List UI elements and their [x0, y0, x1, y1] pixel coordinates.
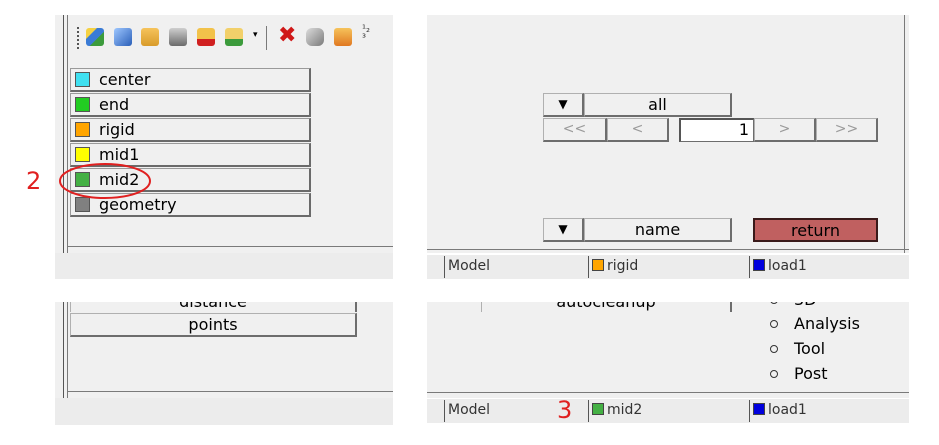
radio-label: Tool: [794, 339, 826, 358]
radio-label: Post: [794, 364, 828, 383]
collector-color-swatch: [75, 147, 90, 162]
stack-icon[interactable]: [306, 28, 324, 46]
lower-left-status-strip: [55, 398, 393, 425]
delete-icon[interactable]: ✖: [278, 23, 296, 48]
status-collector-label: rigid: [607, 258, 639, 274]
collector-color-swatch: [75, 97, 90, 112]
annotation-number: 2: [26, 167, 42, 195]
dropdown-arrow-icon[interactable]: ▾: [253, 30, 258, 40]
points-button[interactable]: points: [70, 313, 357, 337]
collector-label: center: [99, 70, 151, 89]
status-collector[interactable]: rigid: [588, 256, 748, 278]
distance-button[interactable]: distance: [70, 302, 357, 312]
selector-bottom-border: [427, 249, 909, 250]
page-number-field[interactable]: 1: [679, 118, 754, 142]
radio-3d-clip: 3D: [770, 302, 830, 310]
collector-item-1[interactable]: end: [70, 93, 311, 117]
collector-color-swatch: [75, 122, 90, 137]
sort-dropdown-button[interactable]: ▼: [543, 218, 584, 242]
top-left-status-strip: [55, 253, 393, 279]
radio-dot: [770, 302, 778, 304]
status-load[interactable]: load1: [749, 256, 909, 278]
toolbar-grip: [77, 27, 81, 49]
distance-button-clip: distance: [70, 302, 357, 312]
radio-3d[interactable]: 3D: [770, 302, 817, 309]
status-load-label: load1: [768, 402, 807, 418]
collector-color-swatch: [592, 259, 604, 271]
collector-color-swatch: [592, 403, 604, 415]
radio-3d-label: 3D: [794, 302, 817, 309]
lower-left-divider: [67, 391, 393, 392]
lower-left-border: [63, 302, 64, 398]
load-color-swatch: [753, 259, 765, 271]
radio-option-1[interactable]: Tool: [770, 339, 825, 358]
return-button[interactable]: return: [753, 218, 878, 242]
annotation-number: 3: [557, 396, 573, 424]
folder-tools-icon[interactable]: [169, 28, 187, 46]
toolbar-separator: [266, 26, 267, 50]
panel-bottom-divider: [67, 246, 393, 247]
entity-dropdown-button[interactable]: ▼: [543, 93, 584, 117]
collector-color-swatch: [75, 72, 90, 87]
radio-label: Analysis: [794, 314, 860, 333]
load-color-swatch: [753, 403, 765, 415]
folder-arrow-icon[interactable]: [334, 28, 352, 46]
radio-option-0[interactable]: Analysis: [770, 314, 860, 333]
collector-item-0[interactable]: center: [70, 68, 311, 92]
radio-dot: [770, 320, 778, 328]
collector-item-2[interactable]: rigid: [70, 118, 311, 142]
status-collector-label: mid2: [607, 402, 643, 418]
panel-left-border: [63, 15, 64, 253]
all-button[interactable]: all: [584, 93, 732, 117]
sort-by-name-button[interactable]: name: [584, 218, 732, 242]
layers-add-icon[interactable]: [86, 28, 104, 46]
bookmark-menu-icon[interactable]: [225, 28, 243, 46]
status-collector-bottom[interactable]: mid2: [588, 400, 748, 422]
selector-right-border: [904, 15, 905, 253]
collector-label: rigid: [99, 120, 135, 139]
next-page-button[interactable]: >: [754, 118, 816, 142]
layer-blue-icon[interactable]: [114, 28, 132, 46]
folder-card-icon[interactable]: [141, 28, 159, 46]
lower-left-border-inner: [67, 302, 68, 398]
radio-option-2[interactable]: Post: [770, 364, 827, 383]
first-page-button[interactable]: <<: [543, 118, 607, 142]
last-page-button[interactable]: >>: [816, 118, 878, 142]
lower-right-divider: [427, 392, 909, 393]
status-load-bottom[interactable]: load1: [749, 400, 909, 422]
radio-dot: [770, 370, 778, 378]
panel-left-border-inner: [67, 15, 68, 253]
autocleanup-button-clip: autocleanup: [481, 302, 732, 312]
collector-label: end: [99, 95, 130, 114]
prev-page-button[interactable]: <: [607, 118, 669, 142]
annotation-circle: [59, 163, 151, 199]
bookmark-down-icon[interactable]: [197, 28, 215, 46]
status-load-label: load1: [768, 258, 807, 274]
status-model: Model: [444, 256, 584, 278]
autocleanup-button[interactable]: autocleanup: [481, 302, 732, 312]
radio-dot: [770, 345, 778, 353]
numbering-icon[interactable]: ¹₂ ³: [362, 25, 370, 44]
